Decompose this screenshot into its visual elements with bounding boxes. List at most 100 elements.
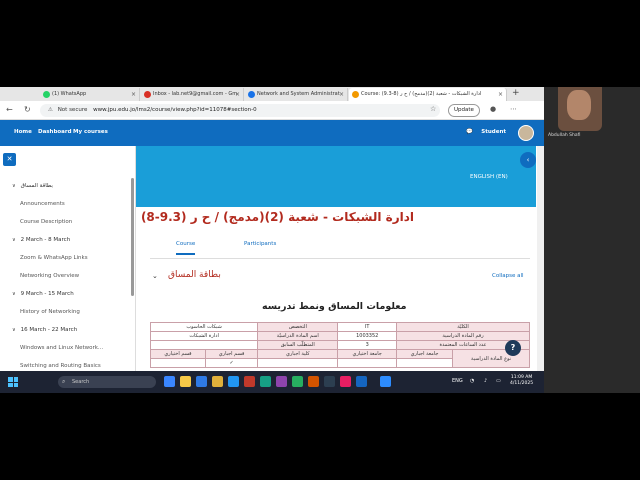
nav-my-courses[interactable]: My courses (73, 129, 108, 135)
nav-dashboard[interactable]: Dashboard (38, 129, 72, 135)
table-cell: قسم اختياري (150, 349, 206, 359)
language-selector[interactable]: ENGLISH (EN) (470, 174, 508, 180)
table-row: عدد الساعات المعتمدة 3 المتطلّب السابق (149, 340, 530, 350)
chevron-down-icon[interactable]: ⌄ (152, 272, 158, 280)
browser-tab-gmail[interactable]: Inbox - lab.net9@gmail.com - Gm × (141, 88, 244, 101)
gmail-icon (144, 91, 151, 98)
windows-start-icon[interactable] (8, 377, 18, 387)
table-cell: التخصص (257, 322, 339, 332)
volume-icon[interactable]: ♪ (484, 378, 487, 384)
new-tab-button[interactable]: + (512, 88, 520, 98)
drawer-label: 2 March - 8 March (20, 237, 71, 243)
browser-tab-whatsapp[interactable]: (1) WhatsApp × (40, 88, 140, 101)
chevron-down-icon: ∨ (12, 183, 16, 189)
app-icon[interactable] (324, 376, 335, 387)
tab-participants[interactable]: Participants (244, 241, 276, 247)
browser-toolbar: ← ↻ ⚠ Not secure www.jpu.edu.jo/lms2/cou… (0, 101, 544, 120)
drawer-section[interactable]: ∨ 9 March - 15 March (12, 291, 74, 297)
drawer-label: 9 March - 15 March (20, 291, 74, 297)
table-cell (150, 358, 206, 368)
star-icon[interactable]: ☆ (430, 105, 436, 113)
table-cell: كلية اجباري (257, 349, 339, 359)
language-indicator[interactable]: ENG (452, 378, 463, 384)
address-bar[interactable]: ⚠ Not secure www.jpu.edu.jo/lms2/course/… (40, 104, 440, 117)
drawer-label: بطاقة المساق (20, 183, 53, 189)
file-explorer-icon[interactable] (180, 376, 191, 387)
search-icon: ⌕ (62, 378, 66, 385)
windows-taskbar: ⌕ Search ENG ◔ ♪ ▭ 11:09 AM 4/11/2025 (0, 371, 544, 393)
close-icon[interactable]: × (498, 88, 503, 101)
table-cell: جامعة اختياري (337, 349, 398, 359)
clock-date: 4/11/2025 (510, 381, 534, 386)
drawer-item[interactable]: Course Description (20, 219, 72, 225)
close-icon[interactable]: × (235, 88, 240, 101)
section-title: بطاقة المساق (168, 270, 221, 280)
wifi-icon[interactable]: ◔ (470, 378, 474, 384)
edge-icon[interactable] (228, 376, 239, 387)
tab-course[interactable]: Course (176, 241, 196, 255)
participant-name: Abdullah Shafi (548, 133, 581, 138)
battery-icon[interactable]: ▭ (496, 378, 501, 384)
drawer-item[interactable]: Switching and Routing Basics (20, 363, 101, 369)
drawer-section[interactable]: ∨ بطاقة المساق (12, 183, 53, 189)
chrome-icon[interactable] (212, 376, 223, 387)
chevron-left-icon[interactable]: ‹ (520, 152, 536, 168)
chevron-down-icon: ∨ (12, 237, 16, 243)
update-button[interactable]: Update (448, 104, 480, 117)
moodle-icon (352, 91, 359, 98)
taskbar-clock[interactable]: 11:09 AM 4/11/2025 (510, 375, 533, 387)
help-button[interactable]: ? (505, 340, 521, 356)
word-icon[interactable] (356, 376, 367, 387)
not-secure-label: Not secure (57, 107, 88, 113)
table-row: رقم المادة الدراسية 1003352 اسم المادة ا… (149, 331, 530, 341)
drawer-section[interactable]: ∨ 16 March - 22 March (12, 327, 77, 333)
more-icon[interactable]: ⋯ (510, 105, 517, 113)
collapse-all-link[interactable]: Collapse all (492, 273, 524, 279)
screen: (1) WhatsApp × Inbox - lab.net9@gmail.co… (0, 87, 640, 393)
user-name[interactable]: Student (481, 129, 506, 135)
table-cell: 1003352 (337, 331, 398, 341)
drawer-item[interactable]: Networking Overview (20, 273, 79, 279)
avatar[interactable] (518, 125, 534, 141)
app-icon[interactable] (308, 376, 319, 387)
video-tile: Abdullah Shafi (544, 87, 640, 393)
chevron-down-icon: ∨ (12, 327, 16, 333)
app-icon[interactable] (244, 376, 255, 387)
tab-divider (150, 258, 530, 259)
close-icon[interactable]: × (131, 88, 136, 101)
nav-home[interactable]: Home (14, 129, 32, 135)
drawer-item[interactable]: Zoom & WhatsApp Links (20, 255, 88, 261)
profile-icon[interactable]: ● (490, 105, 496, 113)
page-scrollbar[interactable] (537, 146, 544, 393)
table-cell: ✓ (204, 358, 259, 368)
app-icon[interactable] (260, 376, 271, 387)
drawer-scrollbar[interactable] (131, 178, 134, 296)
site-icon (248, 91, 255, 98)
reload-icon[interactable]: ↻ (24, 105, 31, 114)
chevron-down-icon: ∨ (12, 291, 16, 297)
table-cell (149, 340, 259, 350)
app-icon[interactable] (340, 376, 351, 387)
drawer-item[interactable]: History of Networking (20, 309, 80, 315)
app-icon[interactable] (276, 376, 287, 387)
app-icon[interactable] (292, 376, 303, 387)
zoom-icon[interactable] (380, 376, 391, 387)
back-icon[interactable]: ← (6, 105, 13, 114)
table-cell: 3 (337, 340, 398, 350)
close-drawer-button[interactable]: ✕ (3, 153, 16, 166)
close-icon[interactable]: × (339, 88, 344, 101)
vscode-icon[interactable] (196, 376, 207, 387)
browser-tab-network[interactable]: Network and System Administrat × (245, 88, 348, 101)
task-view-icon[interactable] (164, 376, 175, 387)
table-cell: شبكات الحاسوب (149, 322, 259, 332)
drawer-item[interactable]: Windows and Linux Network... (20, 345, 103, 351)
browser-tab-course[interactable]: Course: (9.3-8) ادارة الشبكات - شعبة (2)… (349, 88, 507, 101)
drawer-section[interactable]: ∨ 2 March - 8 March (12, 237, 70, 243)
chat-icon[interactable]: 💬 (466, 129, 473, 135)
table-cell: IT (337, 322, 398, 332)
taskbar-search[interactable]: ⌕ Search (58, 376, 156, 388)
table-cell (396, 358, 454, 368)
whatsapp-icon (43, 91, 50, 98)
search-placeholder: Search (72, 379, 90, 385)
drawer-item[interactable]: Announcements (20, 201, 65, 207)
